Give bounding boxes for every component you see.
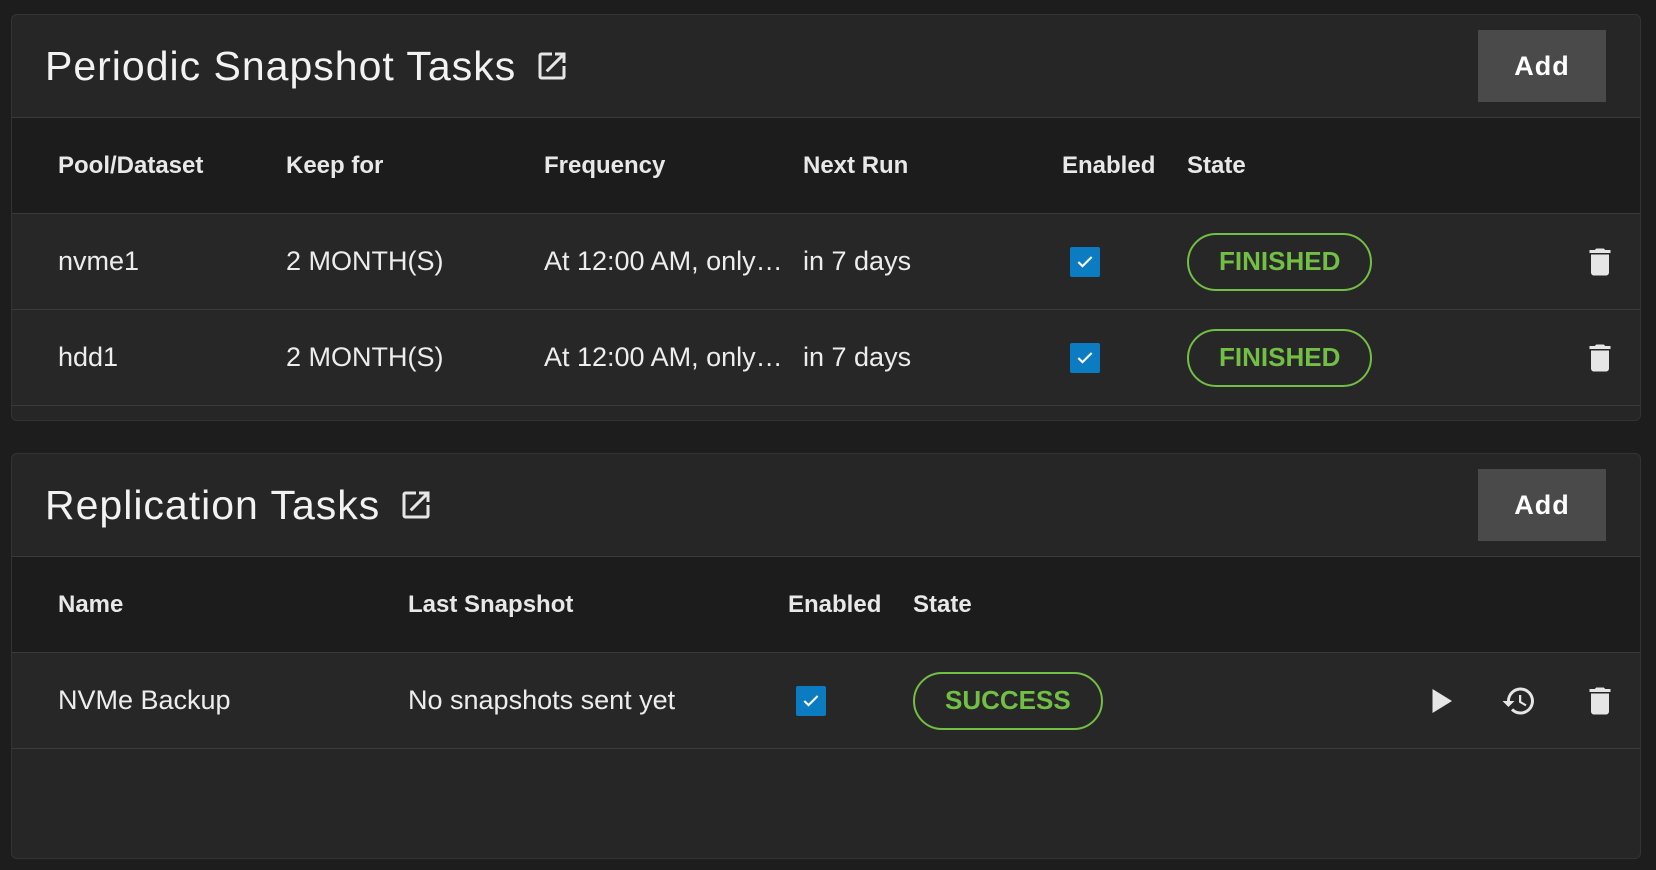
column-header-frequency[interactable]: Frequency [544, 118, 665, 214]
cell-frequency: At 12:00 AM, only… [544, 342, 783, 372]
add-snapshot-task-button[interactable]: Add [1478, 30, 1606, 102]
cell-next-run: in 7 days [803, 246, 912, 276]
periodic-snapshot-tasks-card: Periodic Snapshot Tasks Add Pool/Dataset… [11, 14, 1641, 421]
play-icon [1432, 688, 1452, 713]
delete-button[interactable] [1578, 214, 1622, 309]
replication-tasks-card: Replication Tasks Add Name Last Snapshot… [11, 453, 1641, 859]
delete-button[interactable] [1578, 653, 1622, 748]
trash-icon [1589, 687, 1611, 714]
enabled-cell [1070, 310, 1100, 405]
cell-name: NVMe Backup [58, 685, 231, 715]
table-header: Name Last Snapshot Enabled State [12, 557, 1640, 653]
cell-keep-for: 2 MONTH(S) [286, 246, 444, 276]
cell-dataset: nvme1 [58, 246, 140, 276]
open-in-new-icon[interactable] [534, 48, 570, 84]
checkmark-icon [1077, 351, 1093, 364]
table-header: Pool/Dataset Keep for Frequency Next Run… [12, 118, 1640, 214]
checkmark-icon [803, 694, 819, 707]
checkmark-icon [1077, 255, 1093, 268]
cell-keep-for: 2 MONTH(S) [286, 342, 444, 372]
delete-button[interactable] [1578, 310, 1622, 405]
state-cell: FINISHED [1187, 310, 1373, 405]
add-replication-task-button[interactable]: Add [1478, 469, 1606, 541]
column-header-enabled[interactable]: Enabled [1062, 118, 1155, 214]
column-header-pool-dataset[interactable]: Pool/Dataset [58, 118, 203, 214]
card-header: Periodic Snapshot Tasks Add [12, 15, 1640, 118]
state-badge[interactable]: FINISHED [1187, 328, 1373, 387]
run-now-button[interactable] [1418, 653, 1462, 748]
cell-dataset: hdd1 [58, 342, 119, 372]
state-badge[interactable]: SUCCESS [913, 671, 1103, 730]
column-header-enabled[interactable]: Enabled [788, 557, 881, 653]
column-header-state[interactable]: State [1187, 118, 1246, 214]
history-icon [1502, 687, 1534, 714]
state-badge[interactable]: FINISHED [1187, 232, 1373, 291]
enabled-checkbox[interactable] [1070, 342, 1100, 373]
cell-last-snapshot: No snapshots sent yet [408, 685, 676, 715]
table-row[interactable]: nvme1 2 MONTH(S) At 12:00 AM, only… in 7… [12, 214, 1640, 310]
table-row[interactable]: NVMe Backup No snapshots sent yet SUCCES… [12, 653, 1640, 749]
restore-button[interactable] [1497, 653, 1541, 748]
trash-icon [1589, 248, 1611, 275]
state-cell: FINISHED [1187, 214, 1373, 309]
open-in-new-icon[interactable] [398, 487, 434, 523]
column-header-last-snapshot[interactable]: Last Snapshot [408, 557, 573, 653]
enabled-checkbox[interactable] [796, 685, 826, 716]
column-header-state[interactable]: State [913, 557, 972, 653]
table-row[interactable]: hdd1 2 MONTH(S) At 12:00 AM, only… in 7 … [12, 310, 1640, 406]
cell-next-run: in 7 days [803, 342, 912, 372]
state-cell: SUCCESS [913, 653, 1103, 748]
card-header: Replication Tasks Add [12, 454, 1640, 557]
card-title: Periodic Snapshot Tasks [45, 42, 517, 89]
column-header-name[interactable]: Name [58, 557, 123, 653]
card-title: Replication Tasks [45, 481, 381, 528]
trash-icon [1589, 344, 1611, 371]
cell-frequency: At 12:00 AM, only… [544, 246, 783, 276]
column-header-next-run[interactable]: Next Run [803, 118, 908, 214]
enabled-checkbox[interactable] [1070, 246, 1100, 277]
column-header-keep-for[interactable]: Keep for [286, 118, 383, 214]
enabled-cell [796, 653, 826, 748]
enabled-cell [1070, 214, 1100, 309]
